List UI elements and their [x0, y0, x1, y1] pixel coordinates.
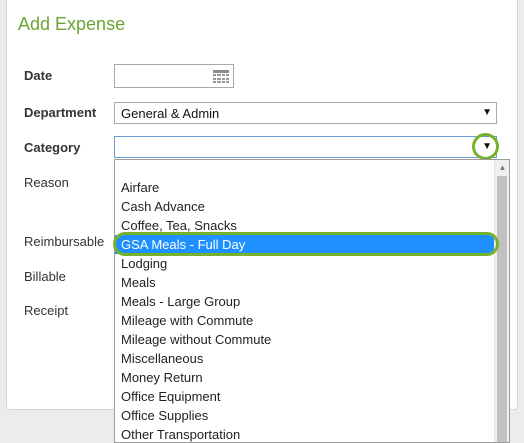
option-airfare[interactable]: Airfare — [115, 178, 496, 197]
date-label: Date — [24, 68, 53, 83]
option-lodging[interactable]: Lodging — [115, 254, 496, 273]
scroll-thumb[interactable] — [497, 176, 507, 442]
option-gsa-meals-full-day[interactable]: GSA Meals - Full Day — [115, 235, 496, 254]
option-office-equipment[interactable]: Office Equipment — [115, 387, 496, 406]
option-mileage-with-commute[interactable]: Mileage with Commute — [115, 311, 496, 330]
option-office-supplies[interactable]: Office Supplies — [115, 406, 496, 425]
category-select[interactable]: ▼ — [114, 136, 497, 158]
receipt-label: Receipt — [24, 303, 69, 318]
option-mileage-without-commute[interactable]: Mileage without Commute — [115, 330, 496, 349]
dropdown-scrollbar[interactable]: ▲ — [494, 160, 509, 442]
option-coffee-tea-snacks[interactable]: Coffee, Tea, Snacks — [115, 216, 496, 235]
category-dropdown-list[interactable]: Airfare Cash Advance Coffee, Tea, Snacks… — [114, 159, 510, 443]
scroll-up-arrow-icon[interactable]: ▲ — [495, 163, 509, 172]
option-meals-large-group[interactable]: Meals - Large Group — [115, 292, 496, 311]
reimbursable-label: Reimbursable — [24, 234, 105, 249]
department-value: General & Admin — [121, 106, 220, 121]
billable-label: Billable — [24, 269, 66, 284]
option-miscellaneous[interactable]: Miscellaneous — [115, 349, 496, 368]
reason-label: Reason — [24, 175, 69, 190]
option-other-transportation[interactable]: Other Transportation — [115, 425, 496, 442]
page-title: Add Expense — [18, 14, 126, 34]
date-field[interactable] — [114, 64, 234, 88]
calendar-icon[interactable] — [213, 70, 229, 84]
option-cash-advance[interactable]: Cash Advance — [115, 197, 496, 216]
option-money-return[interactable]: Money Return — [115, 368, 496, 387]
option-meals[interactable]: Meals — [115, 273, 496, 292]
department-select[interactable]: General & Admin ▼ — [114, 102, 497, 124]
department-label: Department — [24, 105, 97, 120]
category-label: Category — [24, 140, 81, 155]
chevron-down-icon: ▼ — [482, 107, 492, 118]
dropdown-arrow-highlight — [472, 133, 499, 160]
option-list: Airfare Cash Advance Coffee, Tea, Snacks… — [115, 178, 496, 442]
